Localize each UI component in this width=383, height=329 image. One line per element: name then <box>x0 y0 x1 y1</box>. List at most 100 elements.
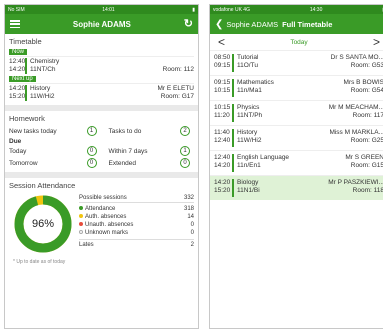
auth-absence-dot <box>79 214 83 219</box>
unknown-marks-dot <box>79 230 83 235</box>
back-chevron-icon[interactable]: ❮ <box>215 19 223 30</box>
student-name: Sophie ADAMS <box>72 19 131 29</box>
lesson-subject: History <box>237 129 258 136</box>
within-7-days-label: Within 7 days <box>108 147 148 155</box>
menu-icon[interactable] <box>10 20 20 28</box>
unauth-absence-dot <box>79 222 83 227</box>
lesson-room: Room: G15 <box>350 162 383 169</box>
day-navigator: < Today > <box>210 34 383 50</box>
due-tomorrow-count[interactable]: 0 <box>86 158 97 168</box>
back-button[interactable]: Sophie ADAMS <box>226 20 278 29</box>
lesson-start: 10:15 <box>214 104 231 111</box>
attendance-label: Attendance <box>85 206 116 212</box>
attendance-footnote: * Up to date as of today <box>13 259 66 265</box>
page-title: Full Timetable <box>282 19 333 29</box>
status-bar: vodafone UK 4G 14:30 ▮ <box>210 5 383 14</box>
next-lesson[interactable]: 14:20 15:20 History 11W/Hi2 Mr E ELETU R… <box>9 83 194 102</box>
next-day-icon[interactable]: > <box>373 36 380 48</box>
lesson-room: Room: G25 <box>350 137 383 144</box>
lesson-start: 14:20 <box>9 85 26 92</box>
unauth-absences-value: 0 <box>190 222 194 228</box>
current-lesson[interactable]: 12:40 14:20 Chemistry 11NT/Ch Room: 112 <box>9 56 194 75</box>
timetable-card[interactable]: Timetable Now 12:40 14:20 Chemistry 11NT… <box>5 34 198 111</box>
unauth-absences-label: Unauth. absences <box>85 222 134 228</box>
due-today-label: Today <box>9 147 27 155</box>
lesson-start: 12:40 <box>214 154 231 161</box>
possible-sessions-label: Possible sessions <box>79 195 127 201</box>
refresh-icon[interactable]: ↻ <box>184 18 193 30</box>
lesson-list: 08:50 09:15 Tutorial 11O/Tu Dr S SANTA MO.… <box>210 50 383 200</box>
homework-card[interactable]: Homework New tasks today 1 Tasks to do 2… <box>5 111 198 178</box>
lesson-teacher: Miss M MARKLA... <box>329 129 383 136</box>
carrier-label: vodafone UK 4G <box>213 6 250 13</box>
due-today-count[interactable]: 0 <box>86 146 97 156</box>
clock-label: 14:30 <box>309 6 323 13</box>
lesson-end: 11:20 <box>214 112 230 119</box>
lesson-end: 10:15 <box>214 87 231 94</box>
lesson-row[interactable]: 09:15 10:15 Mathematics 11n/Ma1 Mrs B BOWI… <box>210 75 383 100</box>
lesson-start: 11:40 <box>214 129 230 136</box>
lesson-subject: Physics <box>237 104 260 111</box>
lesson-end: 14:20 <box>9 66 26 73</box>
attendance-percent: 96% <box>31 218 55 230</box>
battery-icon: ▮ <box>192 6 195 13</box>
full-timetable-screen: vodafone UK 4G 14:30 ▮ ❮ Sophie ADAMS Fu… <box>209 4 383 329</box>
new-tasks-count[interactable]: 1 <box>86 126 97 136</box>
lesson-row[interactable]: 08:50 09:15 Tutorial 11O/Tu Dr S SANTA MO.… <box>210 50 383 75</box>
dashboard-screen: No SIM 14:01 ▮ Sophie ADAMS ↻ Timetable … <box>4 4 199 329</box>
homework-title: Homework <box>9 114 45 123</box>
lesson-teacher: Mr P PASZKIEWI... <box>328 179 383 186</box>
lesson-start: 12:40 <box>9 58 26 65</box>
lesson-subject: English Language <box>237 154 290 161</box>
lesson-room: Room: 118 <box>352 187 383 194</box>
lesson-group: 11O/Tu <box>237 62 258 69</box>
lesson-room: Room: G53 <box>350 62 383 69</box>
current-lesson-row[interactable]: 14:20 15:20 Biology 11N1/Bi Mr P PASZKIEWI… <box>210 175 383 200</box>
within-7-days-count[interactable]: 1 <box>180 146 190 156</box>
lesson-start: 14:20 <box>214 179 231 186</box>
now-badge: Now <box>9 49 28 55</box>
auth-absences-label: Auth. absences <box>85 214 127 220</box>
unknown-marks-value: 0 <box>190 230 194 236</box>
tasks-to-do-label: Tasks to do <box>108 127 142 135</box>
due-heading: Due <box>9 138 22 145</box>
lesson-end: 09:15 <box>214 62 231 69</box>
lesson-group: 11W/Hi2 <box>237 137 262 144</box>
timetable-title: Timetable <box>9 37 42 46</box>
lates-value: 2 <box>190 242 194 248</box>
app-bar: Sophie ADAMS ↻ <box>5 14 198 34</box>
lesson-group: 11W/Hi2 <box>30 93 55 100</box>
tasks-to-do-count[interactable]: 2 <box>180 126 190 136</box>
lesson-subject: Biology <box>237 179 259 186</box>
lesson-end: 12:40 <box>214 137 231 144</box>
status-bar: No SIM 14:01 ▮ <box>5 5 198 14</box>
lesson-row[interactable]: 12:40 14:20 English Language 11n/En1 Mr S … <box>210 150 383 175</box>
lesson-group: 11n/En1 <box>237 162 261 169</box>
lesson-room: Room: 117 <box>352 112 383 119</box>
extended-label: Extended <box>108 159 136 167</box>
clock-label: 14:01 <box>102 6 115 13</box>
lesson-start: 08:50 <box>214 54 231 61</box>
lesson-room: Room: 112 <box>162 66 194 73</box>
app-bar: ❮ Sophie ADAMS Full Timetable <box>210 14 383 34</box>
previous-day-icon[interactable]: < <box>218 36 225 48</box>
lesson-subject: Mathematics <box>237 79 274 86</box>
extended-count[interactable]: 0 <box>180 158 190 168</box>
lesson-subject: History <box>30 85 51 92</box>
lesson-teacher: Mr M MEACHAM... <box>328 104 383 111</box>
lesson-teacher: Dr S SANTA MO... <box>330 54 383 61</box>
auth-absences-value: 14 <box>187 214 194 220</box>
lesson-room: Room: G54 <box>350 87 383 94</box>
lesson-group: 11NT/Ph <box>237 112 263 119</box>
lesson-row[interactable]: 11:40 12:40 History 11W/Hi2 Miss M MARKLA.… <box>210 125 383 150</box>
lesson-start: 09:15 <box>214 79 231 86</box>
lesson-end: 14:20 <box>214 162 231 169</box>
lesson-subject: Chemistry <box>30 58 60 65</box>
possible-sessions-value: 332 <box>183 195 194 201</box>
attendance-card[interactable]: Session Attendance 96% Possible sessions… <box>5 178 198 269</box>
lesson-row[interactable]: 10:15 11:20 Physics 11NT/Ph Mr M MEACHAM..… <box>210 100 383 125</box>
lesson-subject: Tutorial <box>237 54 259 61</box>
lesson-room: Room: G17 <box>160 93 194 100</box>
next-up-badge: Next up <box>9 76 36 82</box>
lesson-end: 15:20 <box>214 187 231 194</box>
